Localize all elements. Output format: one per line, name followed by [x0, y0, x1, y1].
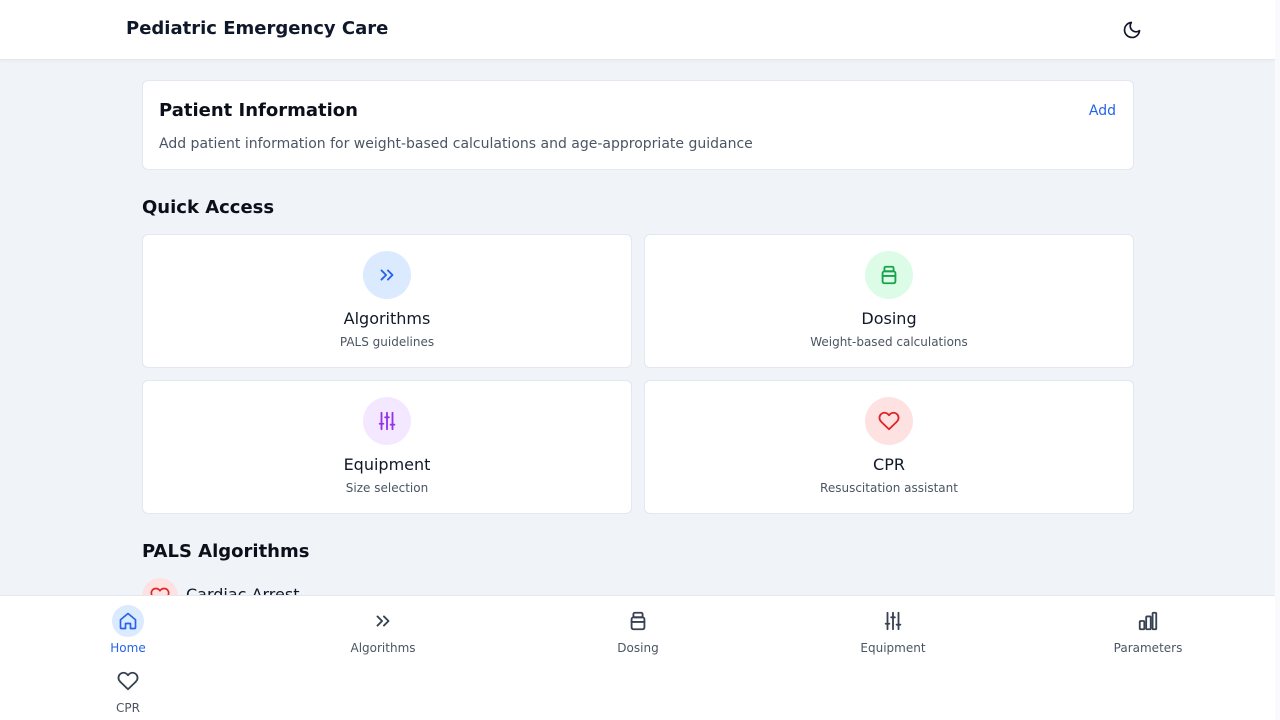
nav-item-dosing[interactable]: Dosing [578, 596, 698, 655]
quick-access-subtitle: Weight-based calculations [810, 335, 968, 349]
home-icon [119, 612, 137, 630]
moon-icon [1123, 21, 1141, 39]
nav-label: Home [110, 641, 146, 655]
equipment-icon-circle [363, 397, 411, 445]
sliders-icon [378, 411, 396, 431]
quick-access-subtitle: Resuscitation assistant [820, 481, 958, 495]
algorithms-icon-circle [363, 251, 411, 299]
patient-info-title: Patient Information [159, 100, 358, 121]
sliders-icon [884, 611, 902, 631]
quick-access-title: Quick Access [142, 197, 275, 218]
nav-item-home[interactable]: Home [68, 596, 188, 655]
quick-access-equipment[interactable]: Equipment Size selection [142, 380, 632, 514]
quick-access-label: Algorithms [343, 309, 431, 328]
nav-item-equipment[interactable]: Equipment [833, 596, 953, 655]
scrollbar-track[interactable] [1275, 0, 1280, 720]
home-icon-circle [112, 605, 144, 637]
app-header: Pediatric Emergency Care [0, 0, 1275, 60]
quick-access-label: CPR [873, 455, 905, 474]
patient-info-description: Add patient information for weight-based… [159, 136, 753, 152]
medicine-bottle-icon [881, 265, 897, 285]
quick-access-algorithms[interactable]: Algorithms PALS guidelines [142, 234, 632, 368]
nav-label: Parameters [1113, 641, 1183, 655]
nav-item-parameters[interactable]: Parameters [1088, 596, 1208, 655]
nav-icon-wrap [1132, 605, 1164, 637]
quick-access-subtitle: Size selection [345, 481, 429, 495]
theme-toggle-button[interactable] [1120, 18, 1144, 42]
nav-label: Algorithms [350, 641, 416, 655]
chevrons-right-icon [380, 269, 394, 281]
nav-icon-wrap [112, 665, 144, 697]
medicine-bottle-icon [630, 611, 646, 631]
dosing-icon-circle [865, 251, 913, 299]
nav-icon-wrap [367, 605, 399, 637]
nav-label: Equipment [860, 641, 926, 655]
nav-icon-wrap [622, 605, 654, 637]
quick-access-subtitle: PALS guidelines [339, 335, 435, 349]
pals-algorithms-title: PALS Algorithms [142, 541, 310, 562]
nav-label: CPR [116, 701, 140, 715]
nav-icon-wrap [877, 605, 909, 637]
bottom-navigation: Home Algorithms Dosing Equipment Paramet… [0, 595, 1275, 720]
heart-icon [117, 671, 139, 691]
quick-access-dosing[interactable]: Dosing Weight-based calculations [644, 234, 1134, 368]
chevrons-right-icon [376, 615, 390, 627]
quick-access-cpr[interactable]: CPR Resuscitation assistant [644, 380, 1134, 514]
cpr-icon-circle [865, 397, 913, 445]
patient-info-card: Patient Information Add Add patient info… [142, 80, 1134, 170]
quick-access-label: Equipment [343, 455, 431, 474]
quick-access-label: Dosing [861, 309, 917, 328]
add-patient-link[interactable]: Add [1089, 103, 1116, 119]
nav-item-cpr[interactable]: CPR [68, 656, 188, 715]
app-title: Pediatric Emergency Care [126, 18, 389, 39]
bar-chart-icon [1138, 611, 1158, 631]
heart-icon [878, 411, 900, 431]
nav-item-algorithms[interactable]: Algorithms [323, 596, 443, 655]
nav-label: Dosing [617, 641, 659, 655]
